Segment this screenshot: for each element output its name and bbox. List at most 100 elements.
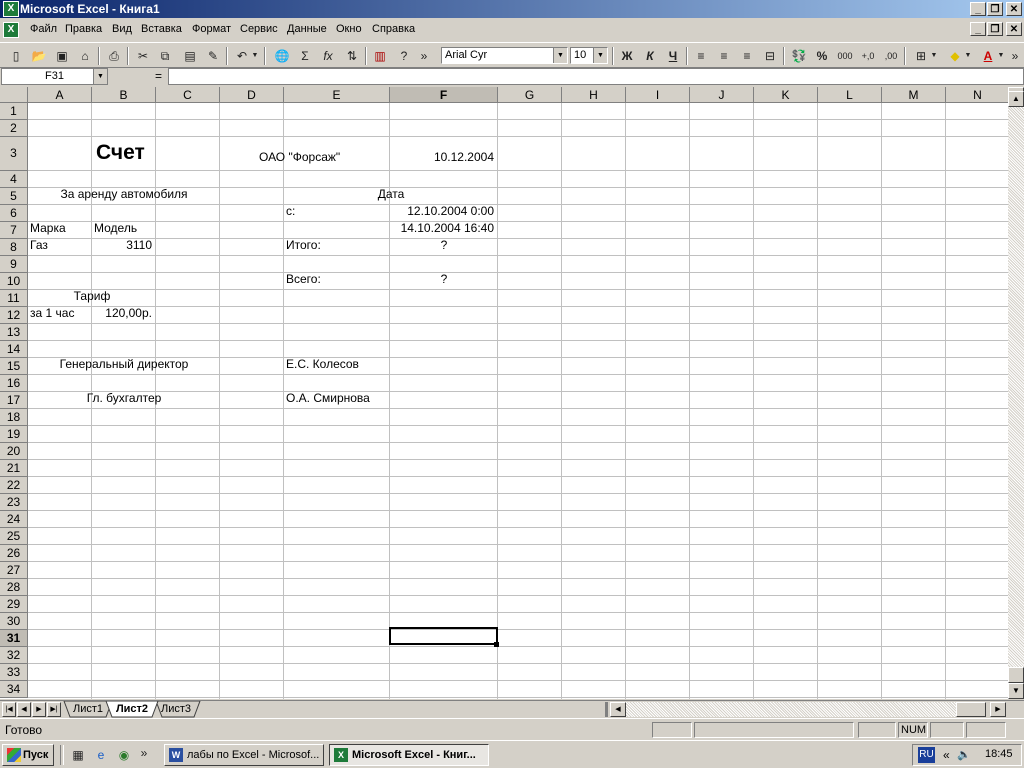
- column-header-d[interactable]: D: [220, 87, 284, 103]
- cell-e15[interactable]: Е.С. Колесов: [286, 356, 359, 372]
- permission-icon[interactable]: ⌂: [75, 46, 95, 66]
- hscroll-track[interactable]: [626, 702, 956, 717]
- comma-style-button[interactable]: 000: [835, 46, 855, 66]
- column-header-i[interactable]: I: [626, 87, 690, 103]
- increase-decimal-button[interactable]: +,0: [858, 46, 878, 66]
- menu-edit[interactable]: Правка: [65, 23, 102, 35]
- row-header-12[interactable]: 12: [0, 307, 28, 324]
- column-header-a[interactable]: A: [28, 87, 92, 103]
- internet-explorer-icon[interactable]: e: [91, 745, 111, 765]
- bold-button[interactable]: Ж: [617, 46, 637, 66]
- clock-app-icon[interactable]: ◉: [114, 745, 134, 765]
- chevron-down-icon[interactable]: ▼: [593, 48, 607, 63]
- minimize-button[interactable]: _: [970, 2, 986, 16]
- merge-center-icon[interactable]: ⊟: [760, 46, 780, 66]
- last-sheet-button[interactable]: ▶|: [47, 702, 61, 717]
- row-header-20[interactable]: 20: [0, 443, 28, 460]
- autosum-icon[interactable]: Σ: [295, 46, 315, 66]
- spreadsheet-grid[interactable]: A B C D E F G H I J K L M N 1 2 3 4 5 6 7 8 9 10 1…: [0, 87, 1008, 699]
- row-header-25[interactable]: 25: [0, 528, 28, 545]
- row-header-28[interactable]: 28: [0, 579, 28, 596]
- show-desktop-icon[interactable]: ▦: [68, 745, 88, 765]
- row-header-9[interactable]: 9: [0, 256, 28, 273]
- hscroll-thumb[interactable]: [956, 702, 986, 717]
- column-header-n[interactable]: N: [946, 87, 1008, 103]
- undo-dropdown-icon[interactable]: ▼: [250, 46, 260, 66]
- formula-input[interactable]: [168, 68, 1024, 85]
- row-header-6[interactable]: 6: [0, 205, 28, 222]
- menu-data[interactable]: Данные: [287, 23, 327, 35]
- row-header-31[interactable]: 31: [0, 630, 28, 647]
- excel-icon[interactable]: X: [3, 1, 19, 17]
- column-header-c[interactable]: C: [156, 87, 220, 103]
- menu-help[interactable]: Справка: [372, 23, 415, 35]
- row-header-1[interactable]: 1: [0, 103, 28, 120]
- row-header-5[interactable]: 5: [0, 188, 28, 205]
- row-header-24[interactable]: 24: [0, 511, 28, 528]
- fill-color-icon[interactable]: ◆: [945, 46, 965, 66]
- scroll-down-button[interactable]: ▼: [1008, 683, 1024, 699]
- font-size-select[interactable]: 10 ▼: [570, 47, 608, 64]
- toolbar-options-icon[interactable]: »: [418, 46, 430, 66]
- row-header-14[interactable]: 14: [0, 341, 28, 358]
- row-header-3[interactable]: 3: [0, 137, 28, 171]
- row-header-13[interactable]: 13: [0, 324, 28, 341]
- row-header-21[interactable]: 21: [0, 460, 28, 477]
- cell-a8[interactable]: Газ: [30, 237, 48, 253]
- cell-b12[interactable]: 120,00р.: [92, 305, 152, 321]
- undo-icon[interactable]: ↶: [232, 46, 252, 66]
- language-indicator[interactable]: RU: [918, 747, 935, 763]
- row-header-11[interactable]: 11: [0, 290, 28, 307]
- row-header-22[interactable]: 22: [0, 477, 28, 494]
- underline-button[interactable]: Ч: [663, 46, 683, 66]
- percent-button[interactable]: %: [812, 46, 832, 66]
- cell-b8[interactable]: 3110: [92, 237, 152, 253]
- borders-icon[interactable]: ⊞: [911, 46, 931, 66]
- cell-e17[interactable]: О.А. Смирнова: [286, 390, 370, 406]
- font-color-icon[interactable]: A: [978, 46, 998, 66]
- open-icon[interactable]: 📂: [29, 46, 49, 66]
- currency-icon[interactable]: 💱: [789, 46, 809, 66]
- cell-b3[interactable]: Счет: [96, 140, 145, 166]
- volume-icon[interactable]: 🔈: [957, 748, 971, 761]
- chevron-down-icon[interactable]: ▼: [996, 46, 1006, 66]
- doc-close-button[interactable]: ✕: [1006, 22, 1022, 36]
- cell-f6[interactable]: 12.10.2004 0:00: [390, 203, 494, 219]
- sort-ascending-icon[interactable]: ⇅: [342, 46, 362, 66]
- row-header-8[interactable]: 8: [0, 239, 28, 256]
- menu-format[interactable]: Формат: [192, 23, 231, 35]
- row-header-23[interactable]: 23: [0, 494, 28, 511]
- menu-file[interactable]: Файл: [30, 23, 57, 35]
- row-header-26[interactable]: 26: [0, 545, 28, 562]
- column-header-j[interactable]: J: [690, 87, 754, 103]
- column-header-e[interactable]: E: [284, 87, 390, 103]
- scroll-right-button[interactable]: ▶: [990, 702, 1006, 717]
- row-header-15[interactable]: 15: [0, 358, 28, 375]
- row-header-34[interactable]: 34: [0, 681, 28, 698]
- active-cell-f31[interactable]: [389, 627, 498, 645]
- tab-split-bar[interactable]: [605, 702, 608, 717]
- scroll-thumb[interactable]: [1008, 667, 1024, 683]
- quicklaunch-more-icon[interactable]: »: [138, 743, 150, 763]
- align-right-icon[interactable]: ≡: [737, 46, 757, 66]
- chevron-down-icon[interactable]: ▼: [929, 46, 939, 66]
- cell-a12[interactable]: за 1 час: [30, 305, 74, 321]
- cell-a17[interactable]: Гл. бухгалтер: [28, 390, 220, 406]
- align-left-icon[interactable]: ≡: [691, 46, 711, 66]
- cell-f7[interactable]: 14.10.2004 16:40: [390, 220, 494, 236]
- cell-b7[interactable]: Модель: [94, 220, 137, 236]
- chevron-down-icon[interactable]: ▼: [553, 48, 567, 63]
- menu-tools[interactable]: Сервис: [240, 23, 278, 35]
- start-button[interactable]: Пуск: [2, 744, 54, 766]
- doc-restore-button[interactable]: ❐: [987, 22, 1003, 36]
- italic-button[interactable]: К: [640, 46, 660, 66]
- new-icon[interactable]: ▯: [6, 46, 26, 66]
- hyperlink-icon[interactable]: 🌐: [272, 46, 292, 66]
- column-header-l[interactable]: L: [818, 87, 882, 103]
- row-header-18[interactable]: 18: [0, 409, 28, 426]
- row-header-32[interactable]: 32: [0, 647, 28, 664]
- sheet-tab-1[interactable]: Лист1: [70, 701, 106, 717]
- cell-a11[interactable]: Тариф: [28, 288, 156, 304]
- align-center-icon[interactable]: ≡: [714, 46, 734, 66]
- chevron-down-icon[interactable]: ▼: [93, 69, 107, 84]
